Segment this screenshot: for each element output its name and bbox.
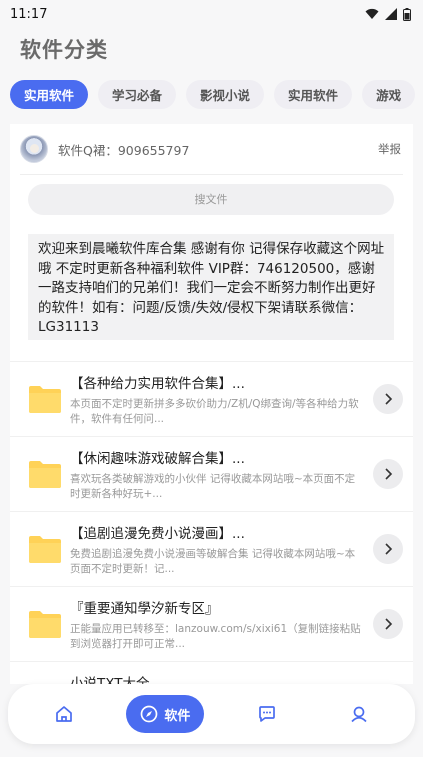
folder-icon <box>29 461 61 488</box>
tab-practical-software[interactable]: 实用软件 <box>10 80 89 109</box>
status-bar: 11:17 <box>0 0 423 28</box>
nav-home[interactable] <box>34 694 94 734</box>
chat-icon <box>258 706 275 722</box>
search-input[interactable] <box>28 184 394 215</box>
open-button[interactable] <box>373 459 403 489</box>
item-description: 本页面不定时更新拼多多砍价助力/Z机/Q绑查询/等各种给力软件，软件有任何问..… <box>70 397 359 425</box>
wifi-icon <box>365 8 379 19</box>
open-button[interactable] <box>373 384 403 414</box>
tab-games[interactable]: 游戏 <box>362 80 416 109</box>
compass-icon <box>141 705 158 723</box>
item-title: 【追剧追漫免费小说漫画】... <box>70 525 245 542</box>
content-panel: 软件Q裙：909655797 举报 欢迎来到晨曦软件库合集 感谢有你 记得保存收… <box>10 124 413 684</box>
item-title: 『重要通知學汐新专区』 <box>70 600 219 617</box>
signal-icon <box>385 8 397 20</box>
chevron-right-icon <box>385 468 393 480</box>
chevron-right-icon <box>385 618 393 630</box>
folder-icon <box>29 536 61 563</box>
tab-practical-software-2[interactable]: 实用软件 <box>274 80 353 109</box>
list-item[interactable]: 【休闲趣味游戏破解合集】... 喜欢玩各类破解游戏的小伙伴 记得收藏本网站哦~本… <box>10 436 413 511</box>
open-button[interactable] <box>373 534 403 564</box>
notice-text: 欢迎来到晨曦软件库合集 感谢有你 记得保存收藏这个网址哦 不定时更新各种福利软件… <box>28 234 394 340</box>
item-title: 小说TXT大全 <box>70 675 150 685</box>
folder-icon <box>29 611 61 638</box>
status-time: 11:17 <box>10 6 48 22</box>
home-icon <box>56 706 72 722</box>
open-button[interactable] <box>373 609 403 639</box>
page-title: 软件分类 <box>20 38 108 62</box>
item-description: 免费追剧追漫免费小说漫画等破解合集 记得收藏本网站哦~本页面不定时更新！记... <box>70 547 356 575</box>
avatar <box>20 135 48 163</box>
tab-video-novels[interactable]: 影视小说 <box>186 80 265 109</box>
divider <box>20 174 403 175</box>
group-label: 软件Q裙：909655797 <box>58 142 190 158</box>
category-tabs: 实用软件 学习必备 影视小说 实用软件 游戏 <box>10 80 423 110</box>
item-title: 【各种给力实用软件合集】... <box>70 375 245 392</box>
bottom-nav: 软件 <box>8 684 415 744</box>
chevron-right-icon <box>385 543 393 555</box>
user-icon <box>351 706 367 723</box>
tab-study-essentials[interactable]: 学习必备 <box>98 80 177 109</box>
list-item[interactable]: 『重要通知學汐新专区』 正能量应用已转移至：lanzouw.com/s/xixi… <box>10 586 413 661</box>
item-description: 喜欢玩各类破解游戏的小伙伴 记得收藏本网站哦~本页面不定时更新各种好玩+... <box>70 472 356 500</box>
nav-software[interactable]: 软件 <box>126 695 205 733</box>
file-list: 【各种给力实用软件合集】... 本页面不定时更新拼多多砍价助力/Z机/Q绑查询/… <box>10 361 413 684</box>
list-item[interactable]: 【追剧追漫免费小说漫画】... 免费追剧追漫免费小说漫画等破解合集 记得收藏本网… <box>10 511 413 586</box>
folder-icon <box>29 386 61 413</box>
nav-messages[interactable] <box>237 694 297 734</box>
nav-profile[interactable] <box>329 694 389 734</box>
battery-icon <box>403 7 411 21</box>
status-icons <box>365 7 411 21</box>
report-link[interactable]: 举报 <box>378 141 401 157</box>
item-title: 【休闲趣味游戏破解合集】... <box>70 450 245 467</box>
list-item[interactable]: 【各种给力实用软件合集】... 本页面不定时更新拼多多砍价助力/Z机/Q绑查询/… <box>10 361 413 436</box>
nav-software-label: 软件 <box>164 708 191 724</box>
group-info-row: 软件Q裙：909655797 举报 <box>10 124 413 174</box>
item-description: 正能量应用已转移至：lanzouw.com/s/xixi61（复制链接粘贴到浏览… <box>70 622 361 650</box>
list-item[interactable]: 小说TXT大全 <box>10 661 413 684</box>
chevron-right-icon <box>385 393 393 405</box>
